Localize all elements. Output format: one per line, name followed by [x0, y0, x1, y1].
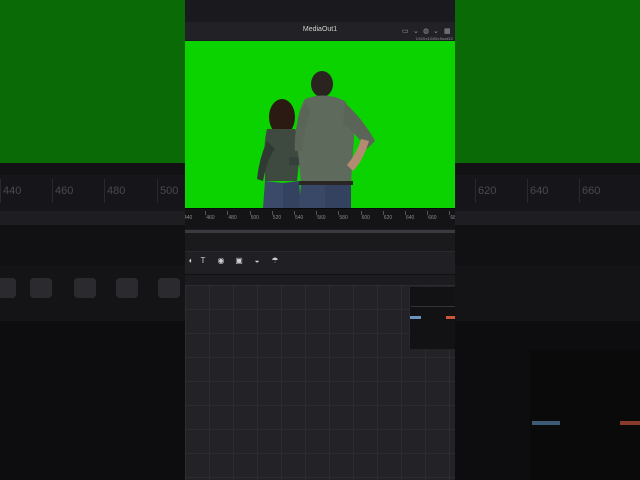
transform-tool-icon[interactable]: ▣: [233, 255, 245, 266]
chevron-down-icon[interactable]: ⌄: [433, 27, 439, 35]
background-tool-icon: [116, 278, 138, 298]
background-ruler-label: 460: [55, 185, 74, 197]
background-keyframe-blue: [532, 421, 560, 425]
paint-tool-icon[interactable]: ☂: [269, 255, 281, 266]
background-ruler-label: 660: [582, 185, 601, 197]
color-channel-icon[interactable]: ◍: [423, 27, 429, 35]
background-tool-icon: [74, 278, 96, 298]
ruler-tick-label: 580: [339, 215, 348, 221]
background-ruler-label: 480: [107, 185, 126, 197]
text-tool-icon[interactable]: T: [197, 255, 209, 266]
background-tool-icon: [0, 278, 16, 298]
background-ruler-label: 640: [530, 185, 549, 197]
ruler-tick-label: 680: [450, 215, 455, 221]
ruler-tick-label: 440: [185, 215, 193, 221]
merge-tool-icon[interactable]: ◉: [215, 255, 227, 266]
background-ruler-tick: [527, 179, 528, 203]
ruler-tick-label: 500: [250, 215, 259, 221]
media-viewer[interactable]: [185, 41, 455, 208]
top-strip: [185, 0, 455, 23]
keyframe-blue-bar[interactable]: [410, 316, 421, 319]
ruler-tick-label: 620: [383, 215, 393, 221]
keyframe-divider: [411, 306, 455, 307]
ruler-tick-label: 540: [295, 215, 304, 221]
background-ruler-tick: [475, 179, 476, 203]
grid-icon[interactable]: ▦: [444, 27, 451, 35]
spacer: [185, 233, 455, 251]
background-ruler-tick: [579, 179, 580, 203]
view-options-icon[interactable]: ▭: [402, 27, 409, 35]
background-tool-icon: [158, 278, 180, 298]
ruler-tick-label: 660: [428, 215, 437, 221]
background-tool-icon[interactable]: ◐: [185, 255, 197, 266]
background-ruler-label: 500: [160, 185, 179, 197]
background-ruler-label: 440: [3, 185, 22, 197]
background-ruler-tick: [52, 179, 53, 203]
ruler-tick-label: 480: [228, 215, 237, 221]
green-screen-image: [185, 41, 455, 208]
ruler-tick-label: 600: [361, 215, 370, 221]
ruler-tick-label: 460: [206, 215, 215, 221]
background-ruler-label: 620: [478, 185, 497, 197]
keyframe-red-bar[interactable]: [446, 316, 455, 319]
ruler-tick-label: 560: [317, 215, 326, 221]
timeline-ruler[interactable]: 440 460 480 500 520 540 560 580 600 620 640 660 680: [185, 208, 455, 229]
mask-tool-icon[interactable]: ◒: [251, 255, 263, 266]
ruler-tick-label: 640: [406, 215, 415, 221]
background-panel: [530, 350, 640, 480]
background-tool-icon: [30, 278, 52, 298]
ruler-tick-label: 520: [272, 215, 282, 221]
background-ruler-tick: [0, 179, 1, 203]
app-window: MediaOut1 ▭ ⌄ ◍ ⌄ ▦ 1920x1080xfloat32 44…: [185, 0, 455, 480]
chevron-down-icon[interactable]: ⌄: [413, 27, 419, 35]
background-ruler-tick: [157, 179, 158, 203]
background-keyframe-red: [620, 421, 640, 425]
background-ruler-tick: [104, 179, 105, 203]
